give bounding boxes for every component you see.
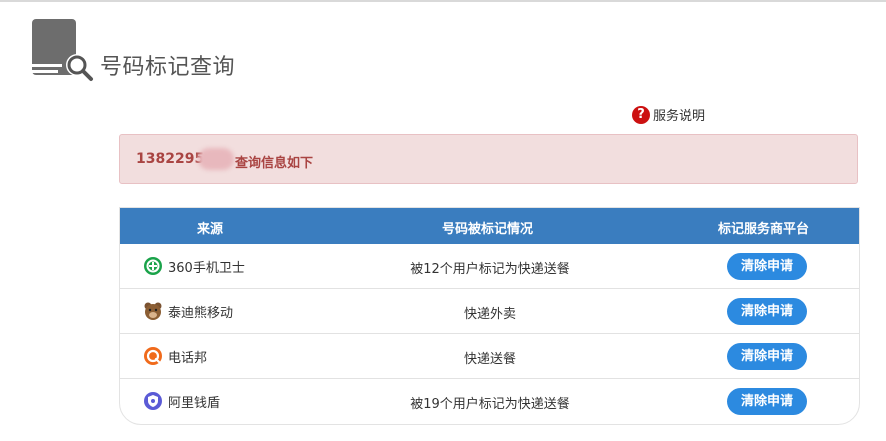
clear-request-button[interactable]: 清除申请 <box>727 343 807 370</box>
book-search-icon <box>30 17 96 83</box>
alert-message: 查询信息如下 <box>235 156 314 171</box>
column-header-source: 来源 <box>197 222 224 237</box>
dianhuabang-icon <box>143 346 163 366</box>
mark-status: 被19个用户标记为快递送餐 <box>410 397 570 412</box>
teddy-bear-icon <box>143 301 163 321</box>
table-row: 电话邦 快递送餐 清除申请 <box>120 334 859 379</box>
ali-qiandun-icon <box>143 391 163 411</box>
360-security-icon <box>143 256 163 276</box>
table-header: 来源 号码被标记情况 标记服务商平台 <box>120 208 859 244</box>
clear-request-button[interactable]: 清除申请 <box>727 253 807 280</box>
question-circle-icon: ? <box>632 105 650 124</box>
source-name: 电话邦 <box>168 350 208 366</box>
service-info-label: 服务说明 <box>653 109 706 124</box>
source-name: 泰迪熊移动 <box>168 305 234 321</box>
table-row: 阿里钱盾 被19个用户标记为快递送餐 清除申请 <box>120 379 859 424</box>
column-header-platform: 标记服务商平台 <box>718 222 810 237</box>
clear-request-button[interactable]: 清除申请 <box>727 388 807 415</box>
mark-status: 快递外卖 <box>463 307 516 322</box>
table-row: 泰迪熊移动 快递外卖 清除申请 <box>120 289 859 334</box>
service-info-link[interactable]: ? 服务说明 <box>632 105 705 124</box>
mark-status: 快递送餐 <box>463 352 516 367</box>
phone-number: 1382295 <box>136 151 205 167</box>
column-header-status: 号码被标记情况 <box>442 222 534 237</box>
page-title: 号码标记查询 <box>100 55 236 80</box>
source-name: 360手机卫士 <box>168 260 245 276</box>
result-table: 来源 号码被标记情况 标记服务商平台 360手机卫士 被12个用户标记为快递送餐… <box>119 207 860 425</box>
table-row: 360手机卫士 被12个用户标记为快递送餐 清除申请 <box>120 244 859 289</box>
result-alert: 1382295 查询信息如下 <box>119 134 858 184</box>
mark-status: 被12个用户标记为快递送餐 <box>410 262 570 277</box>
top-divider <box>0 0 886 2</box>
number-redaction <box>198 148 234 170</box>
source-name: 阿里钱盾 <box>168 395 221 411</box>
clear-request-button[interactable]: 清除申请 <box>727 298 807 325</box>
